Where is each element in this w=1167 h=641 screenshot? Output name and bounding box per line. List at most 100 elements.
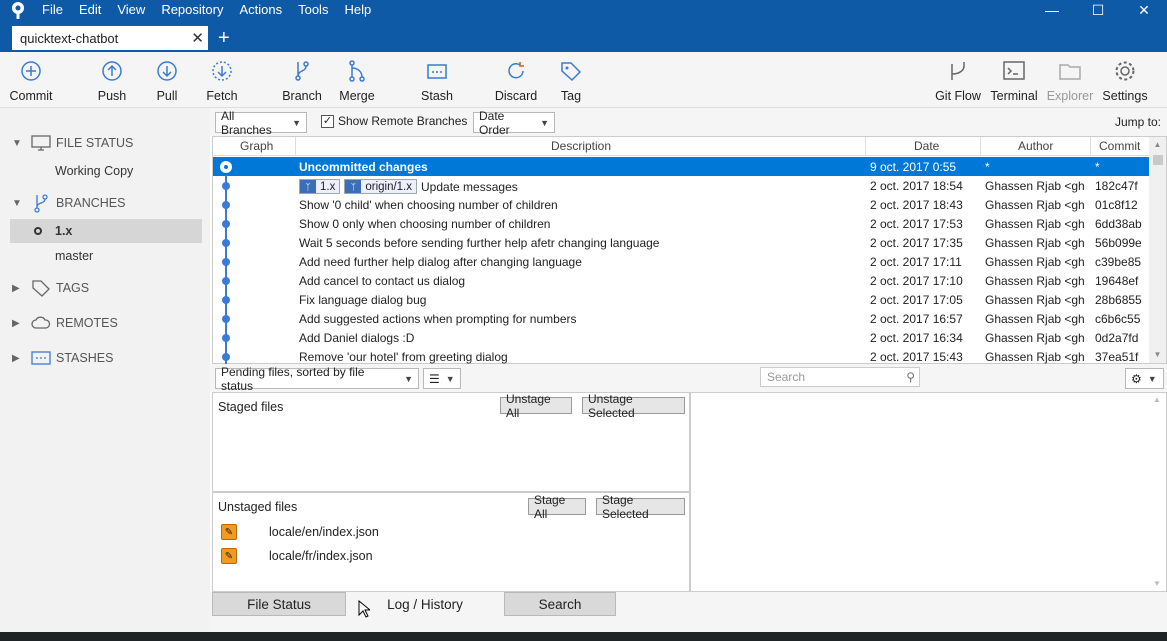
close-tab-icon[interactable]: ✕ [191, 29, 204, 47]
sidebar-section-stashes[interactable]: ▶ STASHES [0, 344, 113, 372]
stage-selected-button[interactable]: Stage Selected [596, 493, 685, 521]
unstage-all-button[interactable]: Unstage All [500, 392, 572, 420]
scroll-thumb[interactable] [1153, 155, 1163, 165]
file-path: locale/en/index.json [269, 525, 379, 539]
sidebar-section-tags[interactable]: ▶ TAGS [0, 274, 89, 302]
search-placeholder: Search [767, 370, 806, 384]
scroll-up-icon[interactable]: ▲ [1153, 395, 1161, 404]
branch-icon [295, 61, 309, 81]
sidebar-item-branch-1x[interactable]: 1.x [10, 219, 202, 243]
options-dropdown[interactable]: ⚙ ▼ [1125, 368, 1164, 389]
menu-actions[interactable]: Actions [231, 0, 290, 20]
view-mode-dropdown[interactable]: ☰ ▼ [423, 368, 461, 389]
commit-date: 2 oct. 2017 17:05 [870, 293, 963, 307]
commit-row[interactable]: Uncommitted changes 9 oct. 2017 0:55 * * [213, 157, 1150, 176]
col-description[interactable]: Description [551, 139, 611, 153]
commit-button[interactable]: Commit [1, 58, 61, 103]
graph-node-icon [222, 163, 230, 171]
menu-file[interactable]: File [36, 0, 71, 20]
col-date[interactable]: Date [914, 139, 939, 153]
commit-row[interactable]: Add need further help dialog after chang… [213, 252, 1150, 271]
sidebar: ▼ FILE STATUS Working Copy ▼ BRANCHES 1.… [0, 108, 210, 641]
commit-row[interactable]: Add suggested actions when prompting for… [213, 309, 1150, 328]
sidebar-item-working-copy[interactable]: Working Copy [10, 159, 202, 183]
graph-node-icon [222, 353, 230, 361]
stage-all-button[interactable]: Stage All [528, 493, 586, 521]
file-row[interactable]: ✎ locale/en/index.json [221, 523, 379, 541]
commit-hash: 28b6855 [1095, 293, 1142, 307]
scroll-up-icon[interactable]: ▲ [1149, 140, 1166, 149]
remote-branch-tag: ᛉ origin/1.x [344, 179, 418, 194]
search-input[interactable]: Search ⚲ [760, 367, 920, 387]
commit-row[interactable]: ᛉ 1.x ᛉ origin/1.x Update messages 2 oct. … [213, 176, 1150, 195]
discard-button[interactable]: Discard [486, 58, 546, 103]
sidebar-section-file-status[interactable]: ▼ FILE STATUS [0, 129, 133, 157]
commit-date: 2 oct. 2017 16:34 [870, 331, 963, 345]
merge-button[interactable]: Merge [327, 58, 387, 103]
close-icon[interactable]: ✕ [1121, 0, 1167, 20]
chevron-down-icon: ▼ [292, 117, 301, 128]
commit-date: 9 oct. 2017 0:55 [870, 160, 957, 174]
menu-help[interactable]: Help [336, 0, 379, 20]
repo-tab[interactable]: quicktext-chatbot ✕ [12, 26, 208, 50]
commit-desc: Remove 'our hotel' from greeting dialog [299, 350, 508, 364]
scroll-down-icon[interactable]: ▼ [1149, 350, 1166, 359]
unstage-selected-button[interactable]: Unstage Selected [582, 392, 685, 420]
menu-view[interactable]: View [109, 0, 153, 20]
title-bar: File Edit View Repository Actions Tools … [0, 0, 1167, 52]
diff-scrollbar[interactable]: ▲ ▼ [1149, 393, 1166, 591]
scroll-down-icon[interactable]: ▼ [1153, 579, 1161, 588]
stash-button[interactable]: Stash [407, 58, 467, 103]
show-remote-checkbox[interactable]: ✓ Show Remote Branches [321, 114, 467, 128]
commit-row[interactable]: Show '0 child' when choosing number of c… [213, 195, 1150, 214]
jump-to-label[interactable]: Jump to: [1115, 115, 1161, 129]
commit-row[interactable]: Add Daniel dialogs :D 2 oct. 2017 16:34 … [213, 328, 1150, 347]
toolbar: Commit Push Pull Fetch Branch Merge Stas… [0, 52, 1167, 108]
maximize-icon[interactable]: ☐ [1075, 0, 1121, 20]
commit-desc: Add Daniel dialogs :D [299, 331, 415, 345]
pull-button[interactable]: Pull [137, 58, 197, 103]
sidebar-section-remotes[interactable]: ▶ REMOTES [0, 309, 118, 337]
file-row[interactable]: ✎ locale/fr/index.json [221, 547, 373, 565]
tab-file-status[interactable]: File Status [212, 592, 346, 616]
gitflow-button[interactable]: Git Flow [928, 58, 988, 103]
gitflow-label: Git Flow [935, 89, 981, 103]
terminal-button[interactable]: Terminal [984, 58, 1044, 103]
menu-repository[interactable]: Repository [153, 0, 231, 20]
branch-label: 1.x [55, 224, 73, 238]
chevron-down-icon: ▼ [1147, 373, 1157, 384]
sidebar-item-branch-master[interactable]: master [10, 244, 202, 268]
new-tab-icon[interactable]: + [218, 28, 230, 48]
tab-log-history[interactable]: Log / History [350, 592, 500, 616]
pending-sort-dropdown[interactable]: Pending files, sorted by file status ▼ [215, 365, 419, 393]
graph-node-icon [222, 220, 230, 228]
commit-row[interactable]: Wait 5 seconds before sending further he… [213, 233, 1150, 252]
sourcetree-logo-icon [0, 0, 36, 20]
order-dropdown[interactable]: Date Order ▼ [473, 109, 555, 137]
fetch-button[interactable]: Fetch [192, 58, 252, 103]
graph-node-icon [222, 334, 230, 342]
commit-date: 2 oct. 2017 15:43 [870, 350, 963, 364]
settings-button[interactable]: Settings [1095, 58, 1155, 103]
col-graph[interactable]: Graph [240, 139, 273, 153]
branches-dropdown[interactable]: All Branches ▼ [215, 109, 307, 137]
branch-button[interactable]: Branch [272, 58, 332, 103]
menu-edit[interactable]: Edit [71, 0, 109, 20]
menu-tools[interactable]: Tools [290, 0, 336, 20]
commit-row[interactable]: Fix language dialog bug 2 oct. 2017 17:0… [213, 290, 1150, 309]
col-author[interactable]: Author [1018, 139, 1053, 153]
tab-search[interactable]: Search [504, 592, 616, 616]
tag-button[interactable]: Tag [541, 58, 601, 103]
gitflow-icon [951, 62, 965, 80]
minimize-icon[interactable]: — [1029, 0, 1075, 20]
explorer-button[interactable]: Explorer [1040, 58, 1100, 103]
terminal-label: Terminal [990, 89, 1038, 103]
col-commit[interactable]: Commit [1099, 139, 1140, 153]
sidebar-section-branches[interactable]: ▼ BRANCHES [0, 189, 125, 217]
push-button[interactable]: Push [82, 58, 142, 103]
commit-row[interactable]: Show 0 only when choosing number of chil… [213, 214, 1150, 233]
commit-row[interactable]: Add cancel to contact us dialog 2 oct. 2… [213, 271, 1150, 290]
log-scrollbar[interactable]: ▲ ▼ [1149, 137, 1166, 363]
graph-node-icon [222, 277, 230, 285]
graph-node-icon [222, 239, 230, 247]
